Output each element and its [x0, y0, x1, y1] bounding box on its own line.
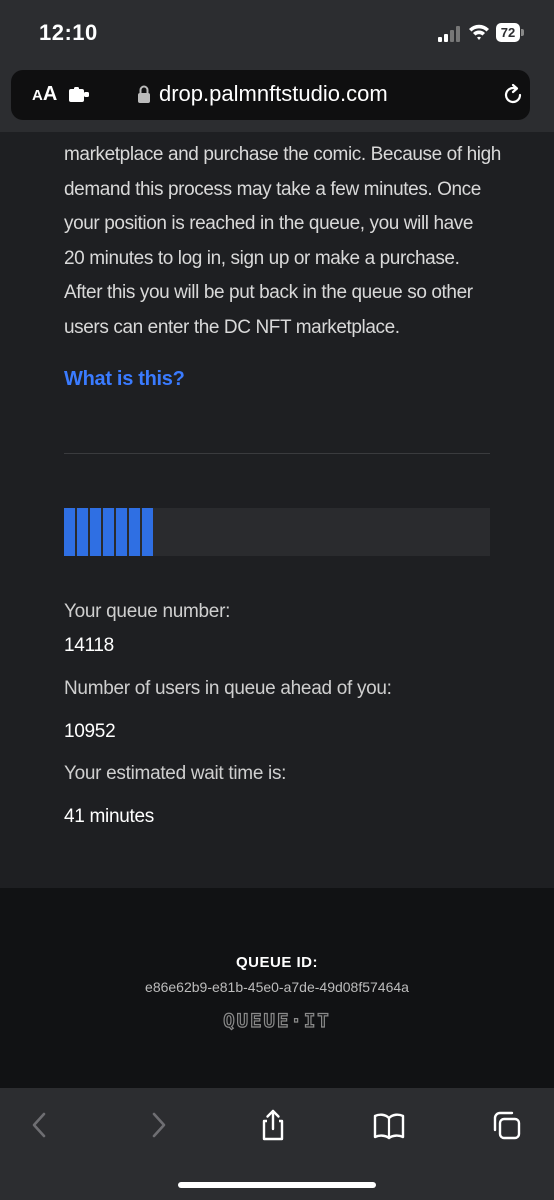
queue-page-content: marketplace and purchase the comic. Beca…: [0, 132, 554, 888]
battery-level: 72: [496, 23, 520, 42]
wait-time-value: 41 minutes: [64, 806, 154, 827]
queue-it-logo: QUEUE·IT: [223, 1009, 331, 1032]
queue-footer: QUEUE ID: e86e62b9-e81b-45e0-a7de-49d08f…: [0, 888, 554, 1088]
lock-icon: [138, 85, 150, 103]
home-indicator: [178, 1182, 376, 1188]
forward-icon[interactable]: [142, 1108, 174, 1142]
svg-text:QUEUE·IT: QUEUE·IT: [223, 1010, 331, 1032]
progress-segment: [64, 508, 75, 556]
intro-line: users can enter the DC NFT marketplace.: [64, 316, 400, 338]
queue-progress-fill: [64, 508, 158, 556]
intro-line: marketplace and purchase the comic. Beca…: [64, 144, 501, 165]
battery-icon: 72: [496, 23, 524, 42]
users-ahead-label: Number of users in queue ahead of you:: [64, 678, 392, 699]
browser-address-area: AA drop.palmnftstudio.com: [0, 66, 554, 132]
queue-intro-text: marketplace and purchase the comic. Beca…: [64, 138, 504, 345]
share-icon[interactable]: [257, 1108, 289, 1142]
address-bar[interactable]: AA drop.palmnftstudio.com: [11, 70, 530, 120]
status-bar: 12:10 72: [0, 0, 554, 66]
progress-segment: [103, 508, 114, 556]
queue-id-label: QUEUE ID:: [235, 954, 318, 971]
intro-line: your position is reached in the queue, y…: [64, 213, 474, 234]
progress-segment: [116, 508, 127, 556]
url-text[interactable]: drop.palmnftstudio.com: [159, 81, 388, 107]
text-size-button[interactable]: AA: [32, 83, 57, 106]
progress-segment: [129, 508, 140, 556]
queue-number-value: 14118: [64, 635, 114, 656]
users-ahead-value: 10952: [64, 721, 116, 742]
cellular-signal-icon: [438, 26, 460, 42]
divider: [64, 453, 490, 454]
tabs-icon[interactable]: [491, 1108, 523, 1142]
wait-time-label: Your estimated wait time is:: [64, 763, 287, 784]
progress-segment: [142, 508, 153, 556]
intro-line: demand this process may take a few minut…: [64, 178, 481, 200]
reload-icon[interactable]: [501, 83, 525, 107]
what-is-this-link[interactable]: What is this?: [64, 368, 185, 391]
queue-number-label: Your queue number:: [64, 601, 231, 622]
progress-segment: [77, 508, 88, 556]
wifi-icon: [469, 24, 489, 40]
intro-line: After this you will be put back in the q…: [64, 282, 473, 303]
back-icon[interactable]: [24, 1108, 56, 1142]
status-time: 12:10: [39, 20, 98, 45]
queue-id-value: e86e62b9-e81b-45e0-a7de-49d08f57464a: [145, 979, 409, 995]
queue-progress-bar: [64, 508, 490, 556]
progress-segment: [90, 508, 101, 556]
intro-line: 20 minutes to log in, sign up or make a …: [64, 247, 460, 269]
extension-icon[interactable]: [69, 87, 91, 103]
bookmarks-icon[interactable]: [373, 1108, 405, 1142]
